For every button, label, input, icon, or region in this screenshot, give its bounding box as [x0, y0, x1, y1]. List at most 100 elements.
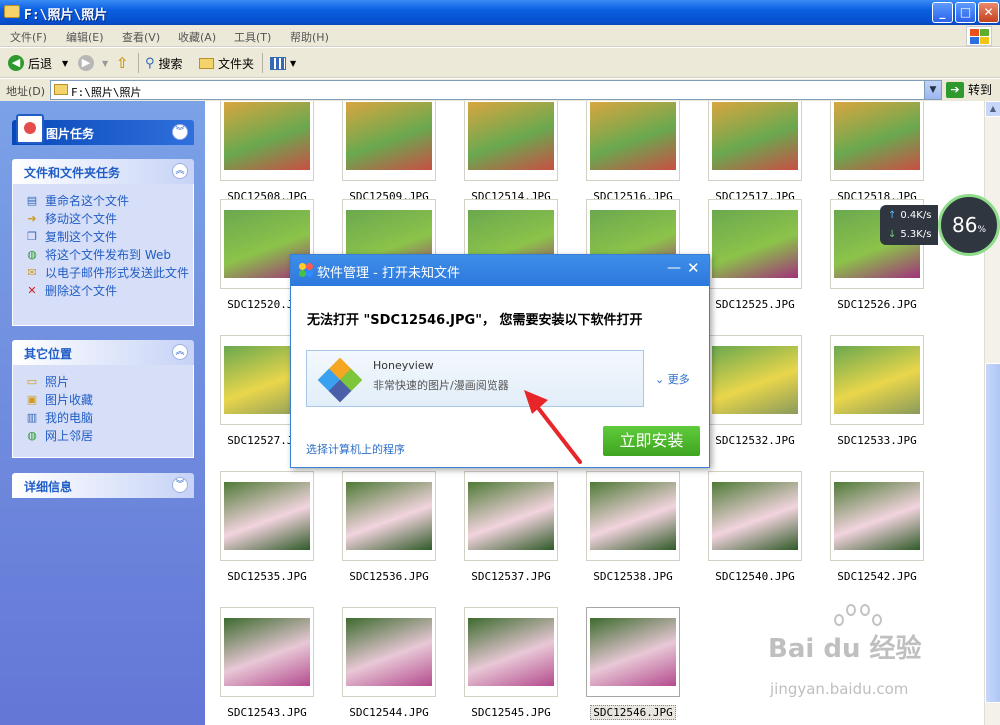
- address-input[interactable]: F:\照片\照片 ▼: [50, 80, 942, 100]
- network-speed-widget[interactable]: ↑ 0.4K/s ↓ 5.3K/s: [880, 205, 938, 245]
- file-name-text: SDC12546.JPG: [590, 705, 676, 720]
- task-publish-web[interactable]: ◍ 将这个文件发布到 Web: [25, 248, 193, 262]
- file-thumbnail[interactable]: [830, 335, 924, 425]
- file-thumbnail[interactable]: [342, 607, 436, 697]
- file-name[interactable]: SDC12533.JPG: [817, 434, 937, 447]
- file-thumbnail[interactable]: [830, 101, 924, 181]
- file-thumbnail[interactable]: [220, 607, 314, 697]
- task-label: 以电子邮件形式发送此文件: [45, 266, 190, 280]
- file-thumbnail[interactable]: [830, 471, 924, 561]
- search-button[interactable]: ⚲ 搜索: [145, 54, 183, 72]
- file-name[interactable]: SDC12543.JPG: [207, 706, 327, 719]
- file-name[interactable]: SDC12526.JPG: [817, 298, 937, 311]
- chevron-down-icon[interactable]: ▼: [62, 59, 68, 68]
- forward-button[interactable]: ▶ ▼: [78, 54, 108, 72]
- file-tasks-header[interactable]: 文件和文件夹任务 ︽: [12, 159, 194, 184]
- more-apps-link[interactable]: ⌄ 更多: [655, 371, 690, 387]
- task-label: 复制这个文件: [45, 230, 118, 244]
- photo-preview: [834, 346, 920, 414]
- copy-icon: ❐: [27, 230, 37, 243]
- picture-tasks-header[interactable]: 图片任务 ︾: [12, 114, 194, 145]
- place-photos[interactable]: ▭ 照片: [25, 375, 193, 389]
- views-button[interactable]: ▼: [270, 54, 296, 72]
- file-thumbnail[interactable]: [342, 471, 436, 561]
- file-thumbnail[interactable]: [464, 471, 558, 561]
- dialog-minimize-button[interactable]: —: [667, 260, 681, 276]
- task-email[interactable]: ✉ 以电子邮件形式发送此文件: [25, 266, 193, 280]
- folder-icon: [54, 84, 68, 95]
- file-thumbnail[interactable]: [708, 335, 802, 425]
- file-name-text: SDC12537.JPG: [471, 570, 551, 583]
- task-rename[interactable]: ▤ 重命名这个文件: [25, 194, 193, 208]
- file-name[interactable]: SDC12544.JPG: [329, 706, 449, 719]
- file-thumbnail[interactable]: [586, 101, 680, 181]
- dialog-title-bar: 软件管理 - 打开未知文件 — ✕: [291, 255, 709, 286]
- file-thumbnail[interactable]: [464, 101, 558, 181]
- file-name[interactable]: SDC12537.JPG: [451, 570, 571, 583]
- back-button[interactable]: ◀ 后退 ▼: [8, 54, 68, 72]
- menu-favorites[interactable]: 收藏(A): [178, 29, 216, 45]
- dialog-close-button[interactable]: ✕: [687, 259, 700, 277]
- red-pointer-arrow: [524, 390, 582, 464]
- file-thumbnail[interactable]: [586, 471, 680, 561]
- recommended-app-card[interactable]: Honeyview 非常快速的图片/漫画阅览器: [306, 350, 644, 407]
- place-my-pictures[interactable]: ▣ 图片收藏: [25, 393, 193, 407]
- file-thumbnail[interactable]: [708, 101, 802, 181]
- menu-edit[interactable]: 编辑(E): [66, 29, 104, 45]
- menu-tools[interactable]: 工具(T): [234, 29, 271, 45]
- folder-icon: [199, 57, 214, 69]
- address-dropdown-button[interactable]: ▼: [924, 81, 941, 99]
- photo-preview: [224, 102, 310, 170]
- task-delete[interactable]: ✕ 删除这个文件: [25, 284, 193, 298]
- chevron-down-icon[interactable]: ▼: [102, 59, 108, 68]
- file-name[interactable]: SDC12538.JPG: [573, 570, 693, 583]
- file-thumbnail[interactable]: [220, 101, 314, 181]
- minimize-button[interactable]: _: [932, 2, 953, 23]
- file-name-text: SDC12526.JPG: [837, 298, 917, 311]
- place-my-computer[interactable]: ▥ 我的电脑: [25, 411, 193, 425]
- go-button[interactable]: ➔ 转到: [946, 81, 992, 98]
- photo-preview: [346, 482, 432, 550]
- close-button[interactable]: ✕: [978, 2, 999, 23]
- file-thumbnail[interactable]: [708, 471, 802, 561]
- file-thumbnail[interactable]: [708, 199, 802, 289]
- watermark-text: Bai du 经验: [768, 634, 922, 664]
- upload-speed: 0.4K/s: [900, 210, 932, 221]
- chevron-down-icon[interactable]: ︾: [172, 124, 188, 140]
- install-now-button[interactable]: 立即安装: [603, 426, 700, 456]
- chevron-up-icon[interactable]: ︽: [172, 344, 188, 360]
- file-name[interactable]: SDC12542.JPG: [817, 570, 937, 583]
- chevron-up-icon[interactable]: ︽: [172, 163, 188, 179]
- memory-usage-ring[interactable]: 86%: [938, 194, 1000, 256]
- chevron-down-icon[interactable]: ︾: [172, 477, 188, 493]
- menu-help[interactable]: 帮助(H): [290, 29, 329, 45]
- file-name[interactable]: SDC12540.JPG: [695, 570, 815, 583]
- folders-button[interactable]: 文件夹: [199, 54, 254, 72]
- file-thumbnail[interactable]: [342, 101, 436, 181]
- file-name[interactable]: SDC12535.JPG: [207, 570, 327, 583]
- file-thumbnail[interactable]: [220, 471, 314, 561]
- file-name[interactable]: SDC12532.JPG: [695, 434, 815, 447]
- file-thumbnail[interactable]: [464, 607, 558, 697]
- maximize-button[interactable]: □: [955, 2, 976, 23]
- file-name[interactable]: SDC12525.JPG: [695, 298, 815, 311]
- menu-file[interactable]: 文件(F): [10, 29, 47, 45]
- file-name-text: SDC12545.JPG: [471, 706, 551, 719]
- place-label: 照片: [45, 375, 70, 389]
- file-name[interactable]: SDC12545.JPG: [451, 706, 571, 719]
- other-places-header[interactable]: 其它位置 ︽: [12, 340, 194, 365]
- file-name[interactable]: SDC12536.JPG: [329, 570, 449, 583]
- place-network[interactable]: ◍ 网上邻居: [25, 429, 193, 443]
- vertical-scrollbar[interactable]: ▲: [984, 101, 1000, 725]
- task-copy[interactable]: ❐ 复制这个文件: [25, 230, 193, 244]
- choose-program-link[interactable]: 选择计算机上的程序: [306, 441, 405, 457]
- scroll-thumb[interactable]: [985, 363, 1000, 703]
- scroll-up-button[interactable]: ▲: [985, 101, 1000, 117]
- task-move[interactable]: ➜ 移动这个文件: [25, 212, 193, 226]
- file-name[interactable]: SDC12546.JPG: [573, 705, 693, 720]
- file-tasks-box: 文件和文件夹任务 ︽ ▤ 重命名这个文件 ➜ 移动这个文件 ❐ 复制这个文件 ◍ 将这个…: [12, 159, 194, 326]
- up-folder-button[interactable]: ⇧: [116, 54, 129, 72]
- file-thumbnail[interactable]: [586, 607, 680, 697]
- menu-view[interactable]: 查看(V): [122, 29, 160, 45]
- details-header[interactable]: 详细信息 ︾: [12, 473, 194, 498]
